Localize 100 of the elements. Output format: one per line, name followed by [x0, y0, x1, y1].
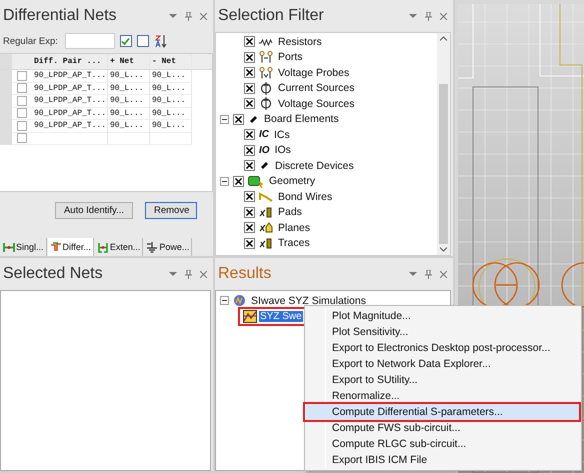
filter-checkbox[interactable] — [244, 52, 255, 63]
pin-icon[interactable] — [425, 270, 432, 278]
tree-item[interactable]: Ports — [277, 51, 304, 64]
regex-input-field[interactable] — [64, 33, 115, 49]
remove-button[interactable]: Remove — [145, 202, 197, 219]
tree-item[interactable]: Planes — [277, 222, 312, 234]
filter-checkbox[interactable] — [244, 144, 255, 156]
dropdown-icon[interactable] — [409, 271, 417, 277]
auto-identify-button[interactable]: Auto Identify... — [54, 202, 133, 219]
source-icon — [259, 97, 273, 110]
tree-item[interactable]: Board Elements — [263, 113, 340, 126]
panel-tab[interactable]: Differ... — [48, 238, 94, 256]
row-checkbox[interactable] — [17, 70, 27, 81]
filter-checkbox[interactable] — [244, 98, 255, 110]
menu-item[interactable]: Plot Magnitude... — [325, 308, 581, 324]
row-checkbox[interactable] — [17, 83, 27, 94]
pin-icon[interactable] — [185, 270, 192, 278]
row-checkbox[interactable] — [17, 133, 27, 144]
tree-item[interactable]: ICs — [273, 128, 291, 141]
menu-item[interactable]: Compute Differential S-parameters... — [305, 404, 579, 420]
table-cell: 90_L... — [150, 82, 192, 95]
panel-title: Differential Nets — [3, 7, 117, 25]
bond-wire-icon — [259, 192, 273, 202]
collapse-toggle[interactable] — [220, 176, 229, 186]
filter-checkbox[interactable] — [244, 191, 255, 202]
menu-item[interactable]: Export to Network Data Explorer... — [325, 356, 581, 372]
item-icon-text: IC — [259, 129, 269, 140]
tree-item[interactable]: SIwave SYZ Simulations — [250, 294, 367, 307]
close-icon[interactable] — [440, 12, 447, 20]
scrollbar[interactable] — [437, 33, 450, 255]
filter-checkbox[interactable] — [244, 67, 255, 78]
check-all-checkbox[interactable] — [120, 35, 132, 47]
column-header[interactable]: Diff. Pair ... — [32, 54, 108, 69]
scroll-down-icon[interactable] — [440, 247, 447, 252]
tree-item[interactable]: IOs — [274, 144, 292, 156]
table-cell: 90_L... — [108, 82, 150, 95]
tree-item[interactable]: SYZ Swe — [259, 310, 303, 322]
filter-checkbox[interactable] — [244, 238, 255, 249]
filter-checkbox[interactable] — [233, 114, 244, 125]
close-icon[interactable] — [440, 270, 447, 278]
tree-item[interactable]: Voltage Sources — [277, 98, 356, 110]
column-header[interactable]: - Net — [150, 54, 192, 69]
pin-icon[interactable] — [185, 12, 192, 20]
filter-checkbox[interactable] — [244, 82, 255, 94]
filter-checkbox[interactable] — [244, 36, 255, 48]
menu-item[interactable]: Compute RLGC sub-circuit... — [325, 436, 581, 452]
tree-item[interactable]: Discrete Devices — [274, 160, 355, 172]
menu-item[interactable]: Export to Electronics Desktop post-processor... — [325, 340, 581, 356]
table-cell: 90_LPDP_AP_T... — [32, 95, 108, 108]
filter-checkbox[interactable] — [233, 176, 244, 187]
table-cell: 90_L... — [150, 108, 192, 120]
tree-item[interactable]: Bond Wires — [277, 190, 334, 203]
tree-item[interactable]: Pads — [277, 206, 303, 218]
menu-item[interactable]: Export IBIS ICM File — [325, 452, 581, 468]
ground-icon — [146, 242, 158, 252]
pad-icon — [259, 206, 273, 218]
column-header[interactable]: + Net — [108, 54, 150, 69]
extended-net-icon — [96, 242, 109, 252]
panel-tab[interactable]: Powe... — [144, 238, 192, 256]
panel-title: Selection Filter — [218, 7, 324, 25]
table-cell: 90_L... — [108, 120, 150, 132]
table-cell: 90_L... — [150, 70, 192, 82]
item-icon-text: IO — [259, 144, 270, 156]
dropdown-icon[interactable] — [169, 13, 177, 19]
menu-item[interactable]: Compute FWS sub-circuit... — [325, 420, 581, 436]
filter-checkbox[interactable] — [244, 129, 255, 140]
single-net-icon — [3, 242, 15, 252]
table-cell: 90_LPDP_AP_T... — [32, 108, 108, 120]
row-checkbox[interactable] — [17, 96, 27, 106]
resistor-icon — [259, 38, 273, 46]
filter-checkbox[interactable] — [244, 222, 255, 234]
tree-item[interactable]: Resistors — [277, 36, 323, 48]
menu-item[interactable]: Export to SUtility... — [325, 372, 581, 388]
dropdown-icon[interactable] — [409, 13, 417, 19]
geometry-icon — [248, 174, 264, 188]
dropdown-icon[interactable] — [169, 271, 177, 277]
table-cell: 90_L... — [108, 95, 150, 108]
table-cell: 90_LPDP_AP_T... — [32, 120, 108, 132]
collapse-toggle[interactable] — [220, 114, 229, 124]
scroll-up-icon[interactable] — [440, 36, 447, 41]
row-checkbox[interactable] — [17, 108, 27, 118]
chip-icon — [248, 114, 259, 125]
close-icon[interactable] — [200, 270, 207, 278]
collapse-toggle[interactable] — [220, 296, 229, 306]
pad-icon — [259, 238, 273, 249]
close-icon[interactable] — [200, 12, 207, 20]
tree-item[interactable]: Traces — [277, 237, 311, 250]
filter-checkbox[interactable] — [244, 160, 255, 172]
pin-icon[interactable] — [425, 12, 432, 20]
panel-tab[interactable]: Singl... — [1, 238, 47, 256]
tree-item[interactable]: Geometry — [268, 175, 316, 188]
table-cell: 90_L... — [150, 95, 192, 108]
row-checkbox[interactable] — [17, 120, 27, 131]
uncheck-all-checkbox[interactable] — [136, 35, 149, 47]
panel-tab[interactable]: Exten... — [94, 238, 144, 256]
filter-checkbox[interactable] — [244, 206, 255, 218]
tree-item[interactable]: Current Sources — [277, 82, 356, 94]
tree-item[interactable]: Voltage Probes — [277, 66, 350, 79]
menu-item[interactable]: Plot Sensitivity... — [325, 324, 581, 340]
sort-icon[interactable] — [154, 34, 168, 48]
